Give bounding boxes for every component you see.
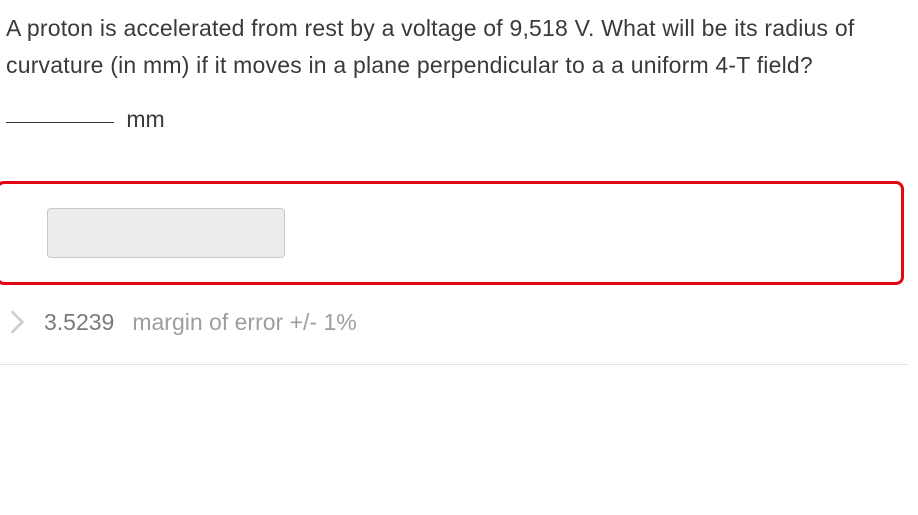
- section-divider: [0, 364, 908, 365]
- chevron-right-icon: [10, 310, 24, 334]
- answer-region: [0, 181, 904, 285]
- answer-input[interactable]: [47, 208, 285, 258]
- blank-line: [6, 122, 114, 123]
- fill-blank-row: mm: [0, 84, 918, 133]
- correct-answer-value: 3.5239: [44, 309, 114, 336]
- margin-of-error-label: margin of error +/- 1%: [132, 309, 356, 336]
- unit-label: mm: [126, 106, 164, 132]
- question-prompt: A proton is accelerated from rest by a v…: [0, 0, 918, 84]
- result-row: 3.5239 margin of error +/- 1%: [0, 285, 918, 336]
